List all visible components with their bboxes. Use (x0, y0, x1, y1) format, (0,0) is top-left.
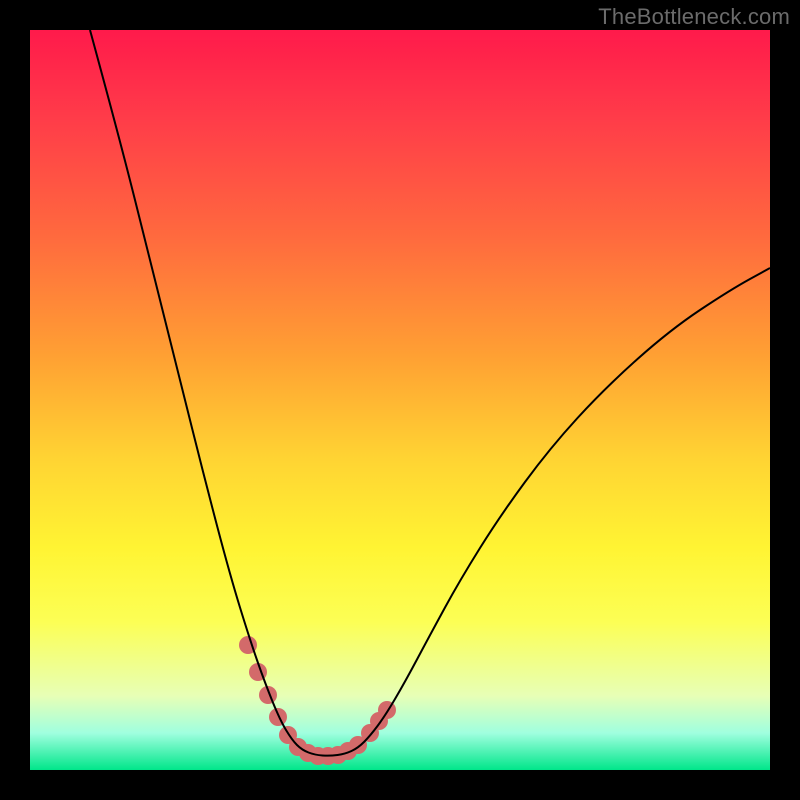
highlight-dot (269, 708, 287, 726)
watermark-text: TheBottleneck.com (598, 4, 790, 30)
bottleneck-curve (90, 30, 770, 756)
highlight-dots-group (239, 636, 396, 765)
chart-frame: TheBottleneck.com (0, 0, 800, 800)
plot-area (30, 30, 770, 770)
chart-svg (30, 30, 770, 770)
